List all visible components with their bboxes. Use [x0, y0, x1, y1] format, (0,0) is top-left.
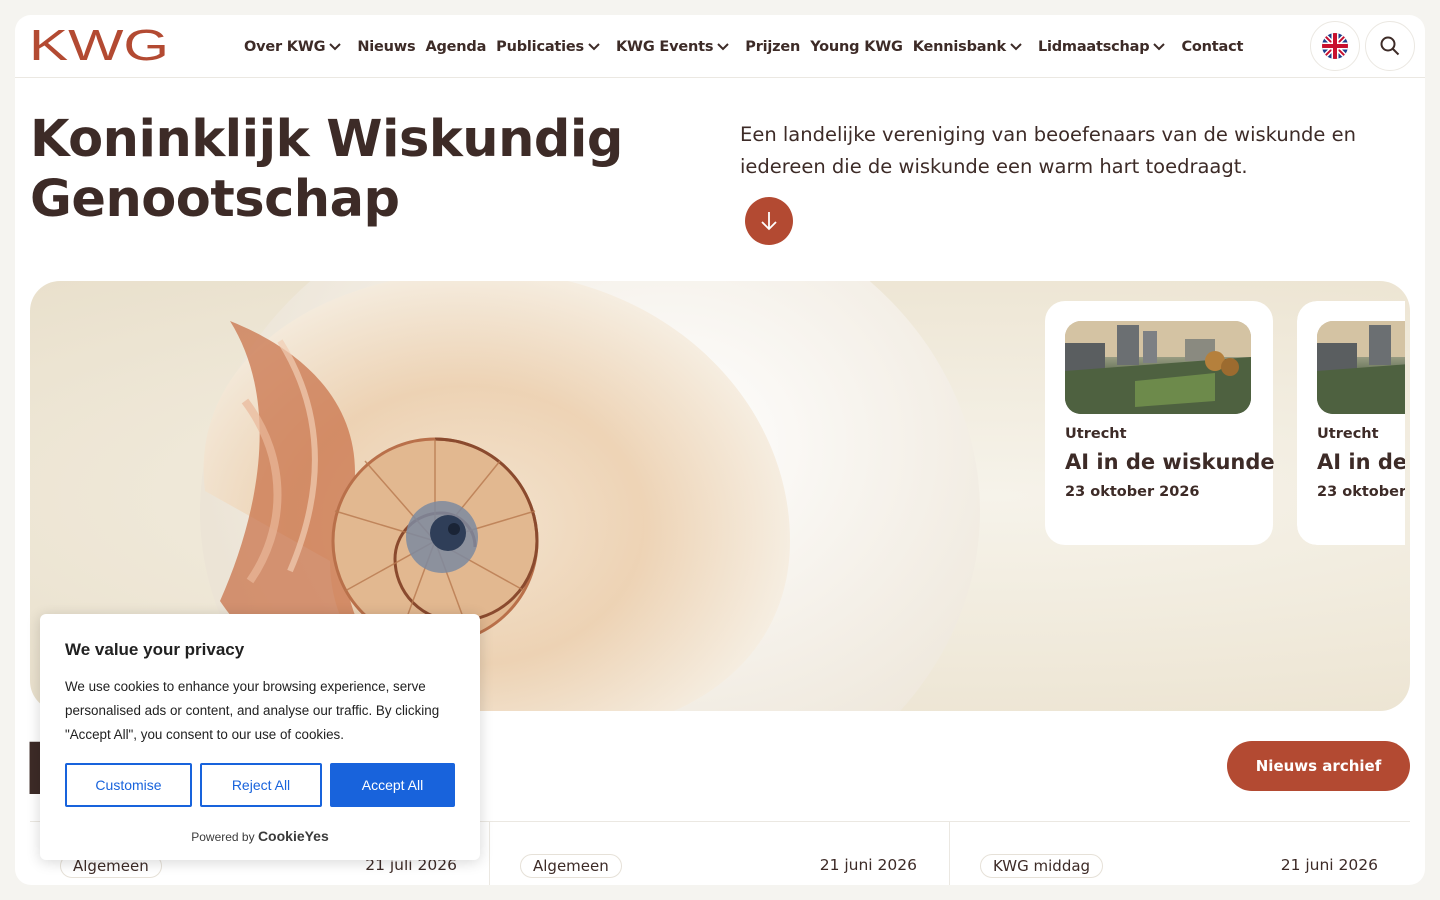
chevron-down-icon — [1010, 42, 1022, 50]
arrow-down-icon — [761, 212, 777, 231]
news-date: 21 juni 2026 — [819, 856, 917, 874]
event-title: AI in de wiskunde — [1317, 450, 1405, 474]
campus-photo — [1065, 321, 1251, 414]
nav-label: Prijzen — [745, 38, 801, 55]
news-item[interactable]: Algemeen 21 juni 2026 — [490, 822, 950, 885]
nav-item-lidmaatschap[interactable]: Lidmaatschap — [1038, 39, 1172, 55]
cookie-powered-by: Powered by CookieYes — [40, 828, 480, 844]
cookie-consent-dialog: We value your privacy We use cookies to … — [40, 614, 480, 860]
news-category-tag[interactable]: Algemeen — [520, 854, 622, 878]
cookie-actions: Customise Reject All Accept All — [65, 763, 455, 807]
site-header: KWG Over KWG Nieuws Agenda Publicaties K… — [15, 15, 1425, 78]
search-icon — [1380, 36, 1400, 56]
customise-button[interactable]: Customise — [65, 763, 192, 807]
chevron-down-icon — [588, 42, 600, 50]
nav-label: Publicaties — [496, 38, 584, 55]
svg-text:KWG: KWG — [29, 27, 169, 63]
nav-item-young-kwg[interactable]: Young KWG — [810, 39, 903, 55]
nav-label: Contact — [1181, 38, 1244, 55]
nav-item-publicaties[interactable]: Publicaties — [496, 39, 606, 55]
page-title: Koninklijk Wiskundig Genootschap — [30, 110, 623, 229]
event-date: 23 oktober 2026 — [1317, 484, 1405, 500]
chevron-down-icon — [329, 42, 342, 50]
nav-item-kwg-events[interactable]: KWG Events — [616, 39, 735, 55]
event-title: AI in de wiskunde — [1065, 450, 1275, 474]
powered-by-label: Powered by — [191, 830, 255, 844]
chevron-down-icon — [1153, 42, 1166, 50]
event-image — [1317, 321, 1405, 414]
event-card[interactable]: Utrecht AI in de wiskunde 23 oktober 202… — [1297, 301, 1405, 545]
cookie-description: We use cookies to enhance your browsing … — [65, 679, 440, 742]
kwg-logo-mark: KWG — [29, 21, 169, 70]
nav-label: Agenda — [425, 38, 487, 55]
cookie-title: We value your privacy — [65, 640, 245, 659]
news-category-tag[interactable]: KWG middag — [980, 854, 1104, 878]
scroll-down-button[interactable] — [745, 197, 793, 245]
nav-label: Nieuws — [357, 38, 416, 55]
news-item[interactable]: KWG middag 21 juni 2026 — [950, 822, 1410, 885]
event-card[interactable]: Utrecht AI in de wiskunde 23 oktober 202… — [1045, 301, 1275, 545]
nav-item-kennisbank[interactable]: Kennisbank — [913, 39, 1028, 55]
nav-label: KWG Events — [616, 38, 714, 55]
event-city: Utrecht — [1317, 426, 1379, 442]
uk-flag-icon — [1322, 33, 1348, 59]
nav-item-prijzen[interactable]: Prijzen — [745, 39, 800, 55]
news-date: 21 juni 2026 — [1280, 856, 1378, 874]
search-button[interactable] — [1365, 21, 1415, 71]
nav-label: Over KWG — [244, 38, 326, 55]
nav-label: Young KWG — [810, 38, 903, 55]
main-nav: Over KWG Nieuws Agenda Publicaties KWG E… — [244, 15, 1253, 78]
accept-all-button[interactable]: Accept All — [330, 763, 455, 807]
news-archive-button[interactable]: Nieuws archief — [1227, 741, 1410, 791]
chevron-down-icon — [717, 42, 729, 50]
campus-photo — [1317, 321, 1405, 414]
language-button[interactable] — [1310, 21, 1360, 71]
kwg-logo[interactable]: KWG — [29, 21, 171, 70]
nav-item-over-kwg[interactable]: Over KWG — [244, 39, 347, 55]
reject-all-button[interactable]: Reject All — [200, 763, 322, 807]
cookieyes-logo[interactable]: CookieYes — [258, 828, 329, 844]
nav-item-nieuws[interactable]: Nieuws — [357, 39, 415, 55]
event-image — [1065, 321, 1251, 414]
event-city: Utrecht — [1065, 426, 1127, 442]
nav-label: Kennisbank — [912, 38, 1006, 55]
nav-label: Lidmaatschap — [1037, 38, 1150, 55]
event-card-peek: Utrecht AI in de wiskunde 23 oktober 202… — [1297, 301, 1405, 545]
nav-item-agenda[interactable]: Agenda — [425, 39, 486, 55]
hero-lead: Een landelijke vereniging van beoefenaar… — [740, 123, 1356, 178]
nav-item-contact[interactable]: Contact — [1181, 39, 1243, 55]
event-date: 23 oktober 2026 — [1065, 484, 1200, 500]
